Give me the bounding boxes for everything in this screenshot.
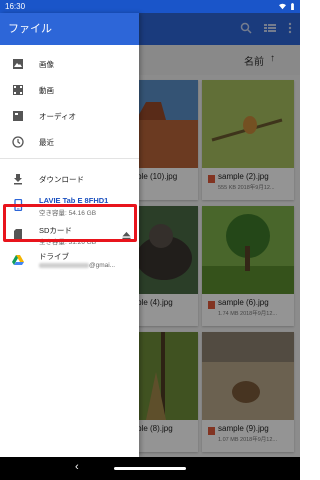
clock-icon [12, 136, 24, 148]
drawer-item-recent[interactable]: 最近 [0, 131, 139, 153]
drawer-item-videos[interactable]: 動画 [0, 79, 139, 101]
sd-card-highlight-box [3, 204, 137, 242]
redacted-account-name [39, 262, 89, 268]
image-icon [13, 59, 23, 69]
status-bar: 16:30 [0, 0, 300, 13]
drawer-item-google-drive[interactable]: ドライブ @gmai... [0, 249, 139, 271]
system-navigation-bar: ‹ [0, 457, 300, 480]
audio-icon [13, 111, 23, 121]
video-icon [13, 85, 23, 95]
battery-icon [291, 3, 294, 10]
drive-account: @gmai... [39, 262, 115, 269]
status-time: 16:30 [5, 2, 26, 11]
google-drive-icon [12, 255, 24, 265]
drawer-item-audio[interactable]: オーディオ [0, 105, 139, 127]
drawer-item-downloads[interactable]: ダウンロード [0, 168, 139, 190]
drawer-item-images[interactable]: 画像 [0, 53, 139, 75]
drawer-title: ファイル [0, 13, 139, 45]
back-icon[interactable]: ‹ [75, 461, 79, 473]
status-icons [279, 3, 296, 10]
wifi-icon [279, 3, 286, 10]
navigation-drawer: ファイル 画像 動画 オーディオ 最近 ダウンロード LAVIE Tab E 8… [0, 13, 139, 457]
drawer-divider [0, 158, 139, 159]
download-icon [14, 174, 22, 185]
home-gesture-bar[interactable] [114, 467, 186, 470]
